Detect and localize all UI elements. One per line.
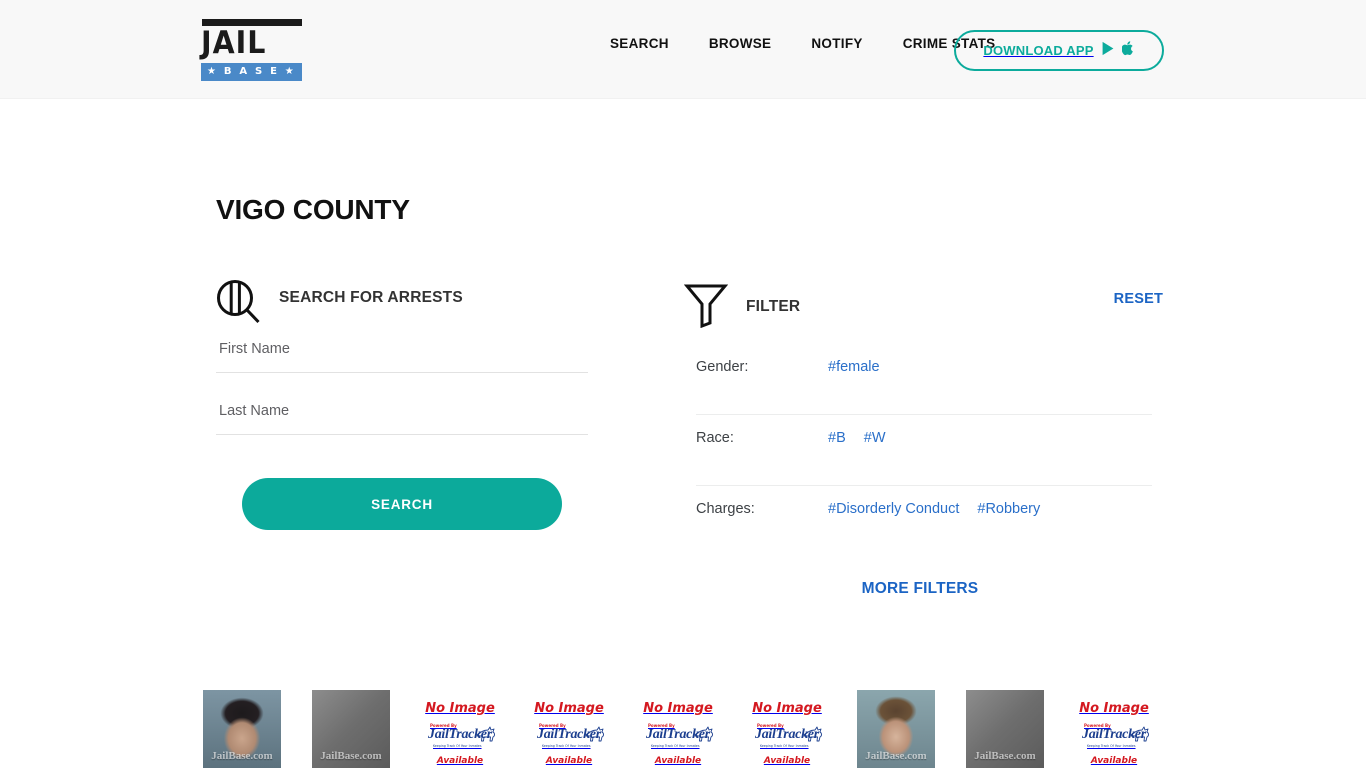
arrest-thumbnail[interactable]: JailBase.com [857,690,935,768]
last-name-input[interactable] [216,394,588,435]
arrest-thumbnail[interactable]: No Image Powered By JailTracker Keeping Tra… [639,690,717,768]
last-name-field-wrap [216,394,588,435]
hound-outline-icon [475,725,497,748]
arrest-thumbnail[interactable]: No Image Powered By JailTracker Keeping Tra… [1075,690,1153,768]
jailtracker-brand-row: JailTracker [748,725,826,748]
apple-icon [1121,40,1135,61]
filter-label-gender: Gender: [696,359,749,375]
nav-item-notify[interactable]: NOTIFY [791,36,882,51]
hound-outline-icon [693,725,715,748]
filter-label-charges: Charges: [696,501,755,517]
jailbase-watermark: JailBase.com [974,750,1036,762]
filter-tags-race: #B #W [828,415,886,446]
google-play-icon [1101,41,1115,61]
no-image-available-label: Available [545,756,593,766]
no-image-title: No Image [534,701,604,716]
jailtracker-brand-row: JailTracker [639,725,717,748]
logo-wordmark: JAIL [201,25,267,61]
nav-item-browse[interactable]: BROWSE [689,36,792,51]
page-title: VIGO COUNTY [216,194,410,225]
filter-tags-charges: #Disorderly Conduct #Robbery [828,486,1040,517]
arrest-thumbnail[interactable]: JailBase.com [966,690,1044,768]
arrest-thumbnail[interactable]: No Image Powered By JailTracker Keeping Tra… [421,690,499,768]
filter-tag-female[interactable]: #female [828,359,880,375]
first-name-input[interactable] [216,332,588,373]
search-panel-header: SEARCH FOR ARRESTS [216,276,588,332]
arrest-thumbnail[interactable]: No Image Powered By JailTracker Keeping Tra… [748,690,826,768]
jailtracker-brand-row: JailTracker [530,725,608,748]
hound-outline-icon [1129,725,1151,748]
funnel-icon [683,282,729,333]
search-for-arrests-panel: SEARCH FOR ARRESTS SEARCH [216,276,588,530]
search-panel-title: SEARCH FOR ARRESTS [279,289,463,306]
no-image-available-label: Available [436,756,484,766]
nav-item-search[interactable]: SEARCH [590,36,689,51]
arrest-thumbnail[interactable]: JailBase.com [312,690,390,768]
more-filters-link[interactable]: MORE FILTERS [688,580,1152,598]
jailbase-watermark: JailBase.com [320,750,382,762]
no-image-available-label: Available [1090,756,1138,766]
no-image-available-label: Available [654,756,702,766]
reset-filters-link[interactable]: RESET [1114,291,1163,307]
filter-rows: Gender: #female Race: #B #W Charges: #Di… [696,344,1152,598]
jailbase-watermark: JailBase.com [865,750,927,762]
site-header: JAIL ★ B A S E ★ SEARCH BROWSE NOTIFY CR… [0,0,1366,99]
filter-label-race: Race: [696,430,734,446]
download-app-button[interactable]: DOWNLOAD APP [954,30,1164,71]
jailbase-watermark: JailBase.com [211,750,273,762]
filter-tag-disorderly-conduct[interactable]: #Disorderly Conduct [828,501,959,517]
hound-outline-icon [802,725,824,748]
filter-row-gender: Gender: #female [696,344,1152,415]
filter-tag-robbery[interactable]: #Robbery [977,501,1040,517]
arrest-thumbnail[interactable]: No Image Powered By JailTracker Keeping Tra… [530,690,608,768]
download-app-label: DOWNLOAD APP [983,43,1094,58]
arrest-thumbnail[interactable]: JailBase.com [203,690,281,768]
jailtracker-brand-row: JailTracker [1075,725,1153,748]
main-navigation: SEARCH BROWSE NOTIFY CRIME STATS [590,36,1015,51]
hound-outline-icon [584,725,606,748]
no-image-title: No Image [1079,701,1149,716]
search-submit-button[interactable]: SEARCH [242,478,562,530]
first-name-field-wrap [216,332,588,373]
filter-row-charges: Charges: #Disorderly Conduct #Robbery [696,486,1152,557]
no-image-title: No Image [643,701,713,716]
logo-base-band: ★ B A S E ★ [201,63,302,81]
no-image-title: No Image [425,701,495,716]
site-logo[interactable]: JAIL ★ B A S E ★ [201,19,302,81]
filter-tag-race-b[interactable]: #B [828,430,846,446]
jailtracker-brand-row: JailTracker [421,725,499,748]
no-image-title: No Image [752,701,822,716]
jail-bars-magnifier-icon [216,279,262,331]
arrest-thumbnail-strip: JailBase.com JailBase.com No Image Powered … [203,690,1183,768]
filter-panel-title: FILTER [746,298,801,315]
filter-panel: FILTER RESET Gender: #female Race: #B #W… [683,282,1164,598]
filter-row-race: Race: #B #W [696,415,1152,486]
filter-tags-gender: #female [828,344,880,375]
filter-panel-header: FILTER RESET [683,282,1164,344]
no-image-available-label: Available [763,756,811,766]
filter-tag-race-w[interactable]: #W [864,430,886,446]
